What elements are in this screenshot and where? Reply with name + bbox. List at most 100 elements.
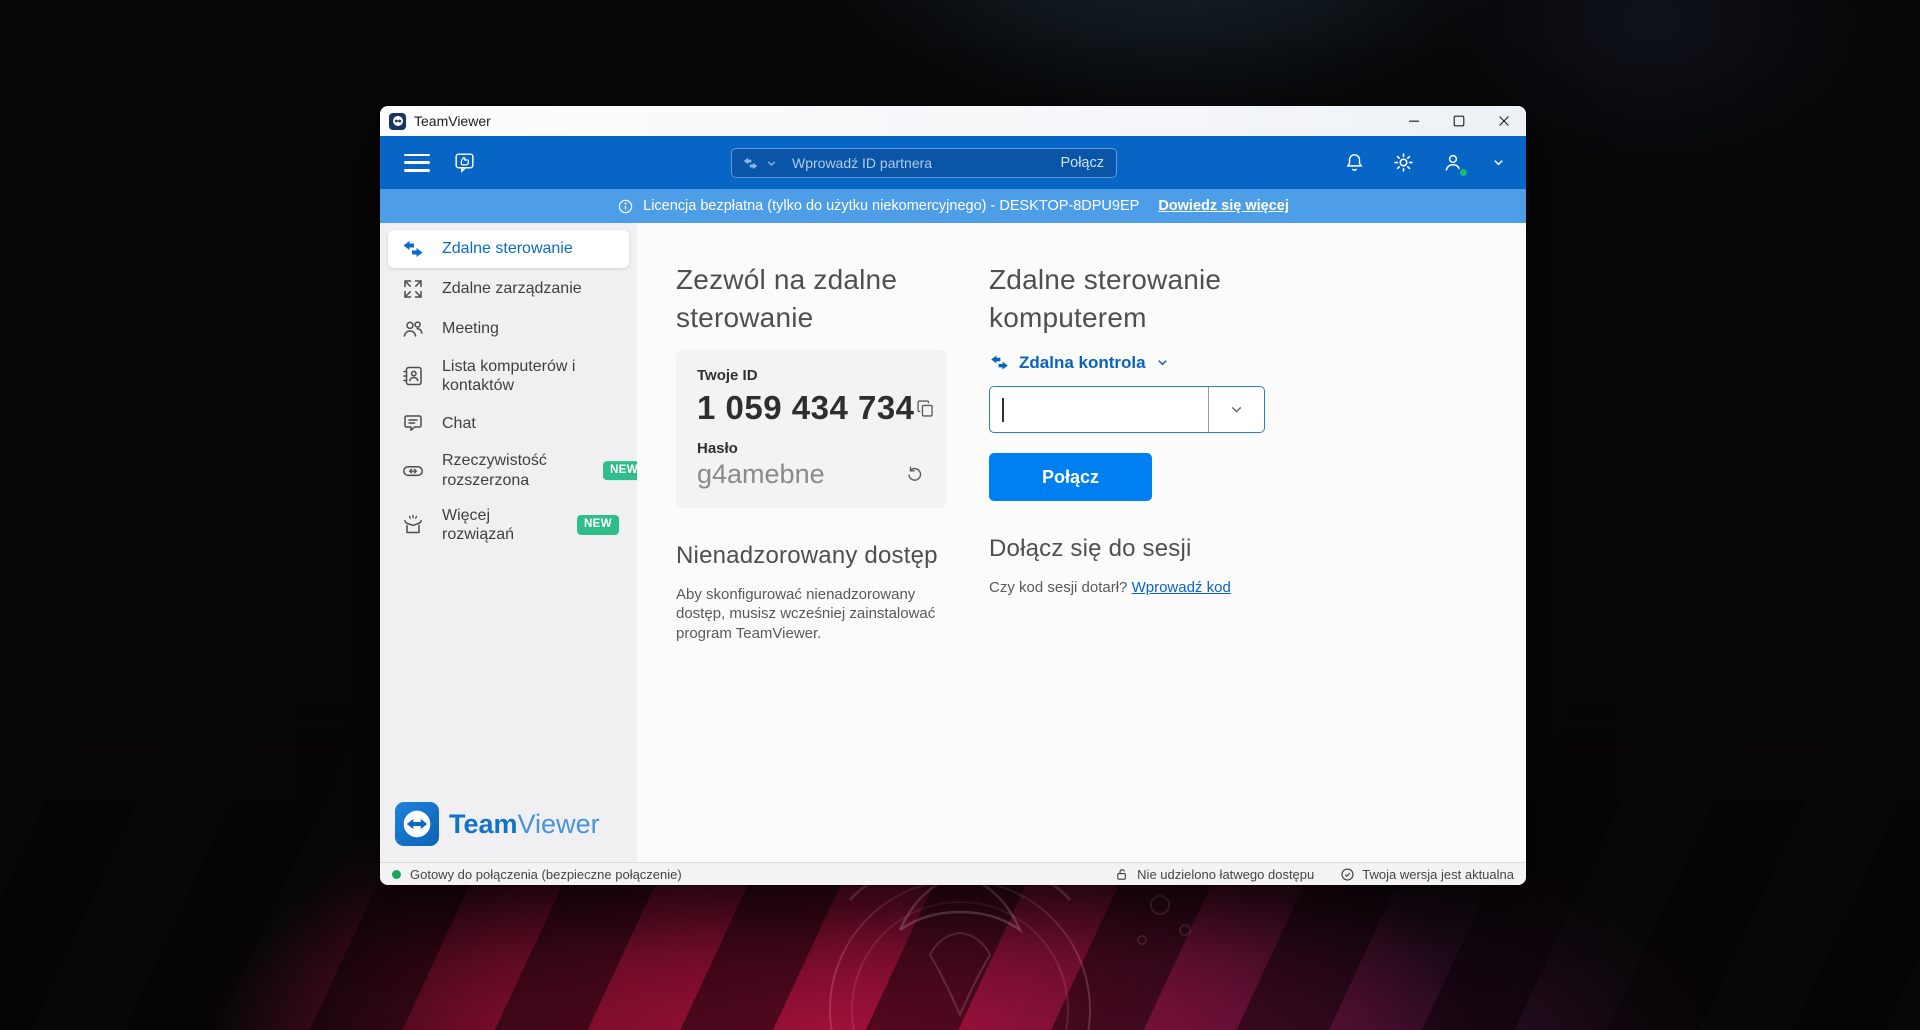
logo-text-viewer: Viewer (518, 809, 600, 839)
control-remote-computer-section: Zdalne sterowanie komputerem Zdalna kont… (989, 261, 1309, 596)
partner-id-field[interactable] (990, 387, 1208, 432)
version-status[interactable]: Twoja wersja jest aktualna (1340, 867, 1514, 882)
unattended-access-section: Nienadzorowany dostęp Aby skonfigurować … (676, 542, 952, 643)
logo-text-team: Team (449, 809, 518, 839)
sidebar-item-label: Zdalne zarządzanie (442, 279, 602, 298)
section-title: Zdalne sterowanie komputerem (989, 261, 1289, 337)
unattended-body-text: Aby skonfigurować nienadzorowany dostęp,… (676, 585, 938, 643)
bell-icon (1343, 151, 1366, 174)
partner-id-dropdown-toggle[interactable] (1208, 387, 1264, 432)
mode-label: Zdalna kontrola (1019, 353, 1146, 373)
partner-id-search: Połącz (731, 148, 1117, 178)
gear-icon (1392, 151, 1415, 174)
section-title: Dołącz się do sesji (989, 535, 1309, 563)
chevron-down-icon (1491, 155, 1506, 170)
contacts-book-icon (401, 364, 425, 388)
sidebar-item-meeting[interactable]: Lista komputerów i kontaktów Meeting (388, 310, 629, 348)
title-bar: TeamViewer (380, 106, 1526, 136)
close-button[interactable] (1481, 106, 1526, 136)
connection-mode-chevron-icon[interactable] (765, 157, 778, 170)
session-arrows-icon (401, 237, 425, 261)
check-circle-icon (1340, 867, 1355, 882)
refresh-icon (904, 464, 925, 485)
sidebar-item-more-solutions[interactable]: Więcej rozwiązań NEW (388, 499, 629, 551)
online-status-dot (1458, 167, 1469, 178)
sidebar-item-label: Lista komputerów i kontaktów (442, 357, 602, 395)
license-banner: Licencja bezpłatna (tylko do użytku niek… (380, 189, 1526, 223)
sidebar-item-label: Chat (442, 414, 602, 433)
version-text: Twoja wersja jest aktualna (1362, 867, 1514, 882)
account-button[interactable] (1441, 151, 1465, 175)
settings-button[interactable] (1392, 151, 1415, 174)
ar-glasses-icon (401, 459, 425, 483)
sidebar-item-chat[interactable]: Chat (388, 404, 629, 442)
expand-arrows-icon (401, 277, 425, 301)
join-session-section: Dołącz się do sesji Czy kod sesji dotarł… (989, 535, 1309, 596)
teamviewer-logo-icon (395, 802, 439, 846)
password-value: g4amebne (697, 459, 825, 490)
remote-control-mode-dropdown[interactable]: Zdalna kontrola (989, 352, 1309, 373)
sidebar-item-label: Meeting (442, 319, 602, 338)
toolbar-connect-label[interactable]: Połącz (1060, 155, 1104, 171)
window-title: TeamViewer (414, 113, 491, 129)
your-id-value: 1 059 434 734 (697, 389, 915, 427)
new-badge: NEW (603, 461, 637, 481)
hamburger-menu-button[interactable] (404, 154, 430, 172)
refresh-password-button[interactable] (904, 464, 925, 485)
teamviewer-logo: TeamViewer (395, 802, 600, 846)
open-box-icon (401, 513, 425, 537)
info-icon (617, 198, 634, 215)
maximize-button[interactable] (1436, 106, 1481, 136)
teamviewer-window: TeamViewer (380, 106, 1526, 885)
new-badge: NEW (577, 515, 619, 535)
chat-bubble-icon (401, 411, 425, 435)
sidebar-item-augmented-reality[interactable]: Rzeczywistość rozszerzona NEW (388, 444, 629, 496)
connect-button[interactable]: Połącz (989, 453, 1152, 501)
text-cursor (1002, 398, 1004, 422)
sidebar-item-label: Zdalne sterowanie (442, 239, 602, 258)
feedback-bubble-icon (452, 150, 477, 175)
open-lock-icon (1115, 867, 1130, 882)
status-ready-text: Gotowy do połączenia (bezpieczne połącze… (410, 867, 682, 882)
sidebar-item-remote-management[interactable]: Zdalne zarządzanie (388, 270, 629, 308)
enter-code-link[interactable]: Wprowadź kod (1132, 579, 1231, 596)
sidebar-item-label: Więcej rozwiązań (442, 506, 558, 544)
easy-access-status[interactable]: Nie udzielono łatwego dostępu (1115, 867, 1314, 882)
easy-access-text: Nie udzielono łatwego dostępu (1137, 867, 1314, 882)
copy-id-button[interactable] (915, 398, 936, 419)
allow-remote-control-section: Zezwól na zdalne sterowanie Twoje ID 1 0… (676, 261, 952, 643)
join-question: Czy kod sesji dotarł? (989, 579, 1127, 596)
status-bar: Gotowy do połączenia (bezpieczne połącze… (380, 862, 1526, 885)
chevron-down-icon (1228, 401, 1245, 418)
minimize-button[interactable] (1391, 106, 1436, 136)
password-label: Hasło (697, 440, 925, 457)
sidebar-item-remote-control[interactable]: Zdalne sterowanie (388, 230, 629, 268)
feedback-button[interactable] (452, 150, 477, 175)
content-area: Zdalne sterowanie Zdalne zarządzanie (380, 223, 1526, 862)
section-title: Nienadzorowany dostęp (676, 542, 952, 570)
section-title: Zezwól na zdalne sterowanie (676, 261, 952, 337)
window-controls (1391, 106, 1526, 136)
main-toolbar: Połącz (380, 136, 1526, 189)
session-arrows-icon (742, 155, 759, 172)
your-id-label: Twoje ID (697, 367, 925, 384)
teamviewer-titlebar-logo-icon (389, 113, 406, 130)
wallpaper-crest (690, 860, 1250, 1030)
account-menu-chevron[interactable] (1491, 155, 1506, 170)
sidebar-item-computers-contacts[interactable]: Lista komputerów i kontaktów (388, 350, 629, 402)
people-icon (401, 317, 425, 341)
toolbar-right-icons (1343, 151, 1526, 175)
toolbar-partner-id-input[interactable] (792, 155, 1060, 171)
sidebar-item-label: Rzeczywistość rozszerzona (442, 451, 602, 489)
chevron-down-icon (1155, 355, 1170, 370)
desktop: TeamViewer (0, 0, 1920, 1030)
notifications-button[interactable] (1343, 151, 1366, 174)
credentials-card: Twoje ID 1 059 434 734 Hasło (676, 350, 946, 508)
session-arrows-icon (989, 352, 1010, 373)
sidebar: Zdalne sterowanie Zdalne zarządzanie (380, 223, 637, 862)
main-panel: Zezwól na zdalne sterowanie Twoje ID 1 0… (637, 223, 1526, 862)
status-dot (392, 870, 401, 879)
partner-id-combobox (989, 386, 1265, 433)
license-text: Licencja bezpłatna (tylko do użytku niek… (643, 198, 1139, 214)
learn-more-link[interactable]: Dowiedz się więcej (1158, 198, 1289, 214)
